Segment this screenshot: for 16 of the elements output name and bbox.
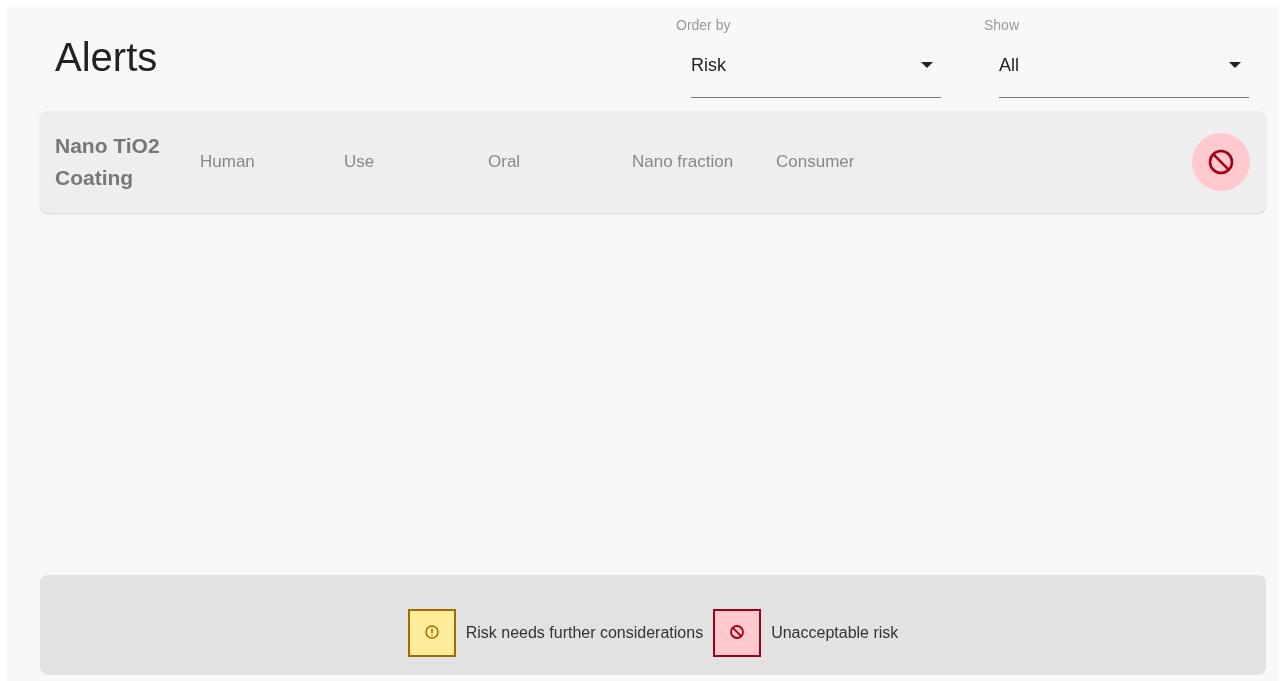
- select-label: Show: [984, 17, 1020, 33]
- alert-field: Consumer: [776, 152, 920, 172]
- select-field[interactable]: All: [999, 43, 1249, 98]
- alert-name: Nano TiO2 Coating: [55, 133, 161, 191]
- caret-icon: [1229, 62, 1241, 68]
- alert-field: Nano fraction: [632, 152, 776, 172]
- legend-label: Risk needs further considerations: [465, 624, 704, 642]
- caret-icon: [921, 62, 933, 68]
- page-title: Alerts: [55, 35, 158, 80]
- select-label: Order by: [676, 17, 731, 33]
- select-field[interactable]: Risk: [691, 43, 941, 98]
- alert-field: Oral: [488, 152, 632, 172]
- alert-card[interactable]: Nano TiO2 Coating Human Use Oral Nano fraction Consumer: [40, 111, 1266, 213]
- alert-field: Use: [344, 152, 488, 172]
- legend-label: Unacceptable risk: [771, 624, 899, 642]
- alert-field: Human: [200, 152, 344, 172]
